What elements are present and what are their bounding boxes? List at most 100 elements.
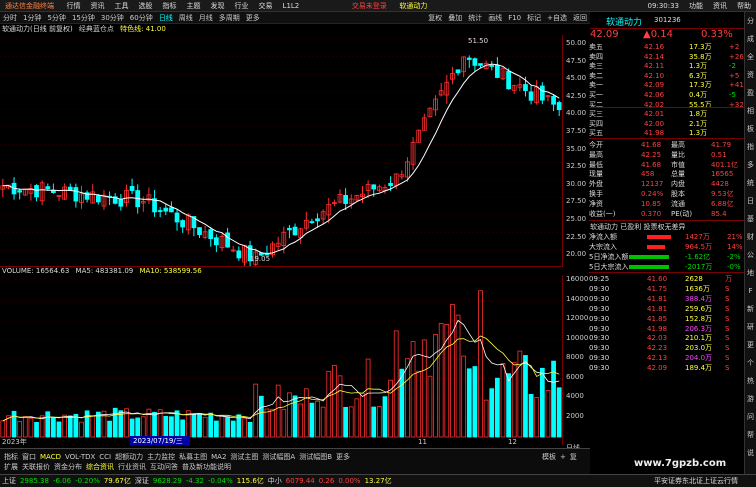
toolbar-button[interactable]: 标记 [524,12,544,24]
order-row[interactable]: 买四 42.00 2.1万 [589,119,743,129]
sidebar-item[interactable]: 个 [745,354,756,372]
menu-right-item[interactable]: 资讯 [708,0,732,12]
sidebar-item[interactable]: 新 [745,300,756,318]
sidebar-item[interactable]: 相 [745,102,756,120]
bottom-tab[interactable]: 普及新功能说明 [180,463,233,472]
period-tab[interactable]: 周线 [176,12,196,24]
order-row[interactable]: 卖三 42.11 1.3万 -2 [589,61,743,71]
toolbar-button[interactable]: 统计 [465,12,485,24]
sidebar-item[interactable]: 更 [745,336,756,354]
volume-bar [163,415,169,438]
sidebar-item[interactable]: 资 [745,66,756,84]
menu-right-item[interactable]: 功能 [684,0,708,12]
volume-chart[interactable]: 2023年 2023/07/19/三 11 12 [0,275,562,445]
order-row[interactable]: 买一 42.06 0.4万 -5 [589,90,743,100]
menu-item[interactable]: 选股 [134,0,158,12]
bottom-tab[interactable]: 互动问答 [148,463,180,472]
period-tab[interactable]: 更多 [243,12,263,24]
toolbar-button[interactable]: 叠加 [445,12,465,24]
menu-right-item[interactable]: 帮助 [732,0,756,12]
sidebar-item[interactable]: 问 [745,408,756,426]
bottom-tab[interactable]: 扩展 [2,463,20,472]
sidebar-item[interactable]: 多 [745,156,756,174]
menu-item[interactable]: 交易 [254,0,278,12]
sidebar-item[interactable]: F [745,282,756,300]
tick-time: 09:30 [589,334,610,343]
period-tab[interactable]: 5分钟 [44,12,68,24]
period-tab[interactable]: 日线 [156,12,176,24]
sidebar-item[interactable]: 日 [745,192,756,210]
bottom-tab[interactable]: 复 [568,453,579,462]
candlestick-chart[interactable]: 51.50 19.05 [0,35,562,267]
bottom-tab[interactable]: 关联报价 [20,463,52,472]
order-row[interactable]: 买五 41.98 1.3万 [589,128,743,138]
bottom-tab[interactable]: 更多 [334,453,352,462]
menu-item[interactable]: L1L2 [278,0,305,12]
sidebar-item[interactable]: 热 [745,372,756,390]
bottom-tab[interactable]: 指标 [2,453,20,462]
menu-item[interactable]: 发现 [206,0,230,12]
sidebar-item[interactable]: 盈 [745,84,756,102]
bottom-tab[interactable]: 综合资讯 [84,463,116,472]
bottom-tab[interactable]: CCI [97,453,113,462]
order-row[interactable]: 卖二 42.10 6.3万 +5 [589,71,743,81]
bottom-tab[interactable]: 行业资讯 [116,463,148,472]
sidebar-item[interactable]: 财 [745,228,756,246]
order-row[interactable]: 买三 42.01 1.8万 [589,109,743,119]
bottom-tab[interactable]: 测试主图 [228,453,260,462]
period-tab[interactable]: 月线 [196,12,216,24]
period-tab[interactable]: 多周期 [216,12,243,24]
period-tab[interactable]: 60分钟 [127,12,156,24]
period-tab[interactable]: 30分钟 [98,12,127,24]
fund-bar [647,245,665,249]
bottom-tab[interactable]: 私募主图 [177,453,209,462]
order-row[interactable]: 卖一 42.09 17.3万 +41 [589,80,744,90]
bottom-tab[interactable]: 超额动力 [113,453,145,462]
menu-stock-name[interactable]: 软通动力 [394,0,432,12]
menu-item[interactable]: 指标 [158,0,182,12]
bottom-tab[interactable]: 测试幅图A [260,453,297,462]
sidebar-item[interactable]: 指 [745,138,756,156]
menu-item[interactable]: 行业 [230,0,254,12]
login-notice[interactable]: 交易未登录 [347,0,392,12]
toolbar-button[interactable]: 返回 [570,12,590,24]
volume-bar [112,407,118,438]
period-tab[interactable]: 15分钟 [69,12,98,24]
sidebar-item[interactable]: 帮 [745,426,756,444]
sidebar-item[interactable]: 板 [745,120,756,138]
sidebar-item[interactable]: 说 [745,444,756,462]
sidebar-item[interactable]: 全 [745,48,756,66]
sidebar-item[interactable]: 基 [745,210,756,228]
toolbar-button[interactable]: +自选 [544,12,570,24]
menu-item[interactable]: 资讯 [86,0,110,12]
sidebar-item[interactable]: 研 [745,318,756,336]
bottom-tab[interactable]: 窗口 [20,453,38,462]
bottom-tab[interactable]: 测试幅图B [297,453,334,462]
menu-item[interactable]: 主题 [182,0,206,12]
sidebar-item[interactable]: 游 [745,390,756,408]
order-row[interactable]: 卖五 42.16 17.3万 +2 [589,42,743,52]
toolbar-button[interactable]: F10 [505,12,524,24]
toolbar-button[interactable]: 画线 [485,12,505,24]
sidebar-item[interactable]: 公 [745,246,756,264]
bottom-tab[interactable]: VOL-TDX [63,453,97,462]
tick-flag: S [725,284,730,293]
sidebar-item[interactable]: 地 [745,264,756,282]
bottom-tab[interactable]: 资金分布 [52,463,84,472]
order-row[interactable]: 买二 42.02 55.5万 +32 [589,100,744,110]
sidebar-item[interactable]: 成 [745,30,756,48]
bottom-tab[interactable]: + [558,453,568,462]
toolbar-button[interactable]: 复权 [425,12,445,24]
indicator-name[interactable]: 经典蓝仓点 [79,25,114,33]
period-tab[interactable]: 1分钟 [20,12,44,24]
period-tab[interactable]: 分时 [0,12,20,24]
bottom-tab[interactable]: MA2 [209,453,228,462]
bottom-tab[interactable]: 模板 [540,453,558,462]
bottom-tab[interactable]: 主力监控 [145,453,177,462]
sidebar-item[interactable]: 分 [745,12,756,30]
bottom-tab[interactable]: MACD [38,453,63,462]
sidebar-item[interactable]: 统 [745,174,756,192]
order-row[interactable]: 卖四 42.14 35.8万 +26 [589,52,744,62]
menu-item[interactable]: 行情 [62,0,86,12]
menu-item[interactable]: 工具 [110,0,134,12]
